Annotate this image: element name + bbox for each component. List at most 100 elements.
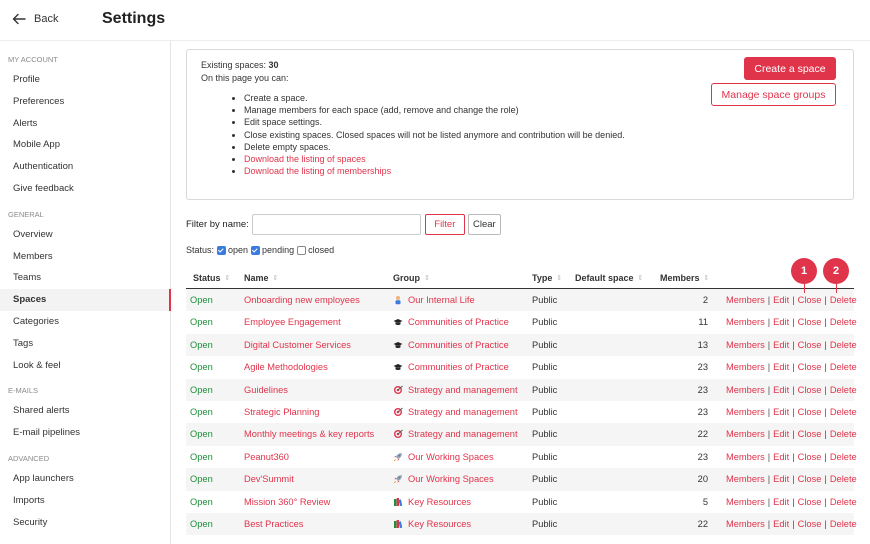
sidebar-item-preferences[interactable]: Preferences [0,91,170,113]
delete-action-link[interactable]: Delete [830,385,857,395]
close-action-link[interactable]: Close [798,452,822,462]
edit-action-link[interactable]: Edit [773,295,789,305]
group-link[interactable]: Key Resources [393,497,471,507]
members-action-link[interactable]: Members [726,497,765,507]
close-action-link[interactable]: Close [798,385,822,395]
filter-name-input[interactable] [251,213,421,235]
column-header-default-space[interactable]: Default space ⇕ [575,273,643,283]
edit-action-link[interactable]: Edit [773,429,789,439]
members-action-link[interactable]: Members [726,317,765,327]
delete-action-link[interactable]: Delete [830,519,857,529]
open-checkbox[interactable] [217,245,227,255]
column-header-members[interactable]: Members ⇕ [660,273,709,283]
pending-checkbox[interactable] [251,245,261,255]
members-action-link[interactable]: Members [726,340,765,350]
members-action-link[interactable]: Members [726,407,765,417]
sidebar-item-alerts[interactable]: Alerts [0,113,170,135]
members-action-link[interactable]: Members [726,429,765,439]
edit-action-link[interactable]: Edit [773,407,789,417]
group-link[interactable]: Strategy and management [393,407,518,417]
sidebar-item-app-launchers[interactable]: App launchers [0,468,170,490]
group-link[interactable]: Communities of Practice [393,317,509,327]
close-action-link[interactable]: Close [798,497,822,507]
sidebar-item-imports[interactable]: Imports [0,490,170,512]
space-name-link[interactable]: Peanut360 [244,452,289,462]
clear-button[interactable]: Clear [467,213,501,235]
sidebar-item-spaces[interactable]: Spaces [0,289,171,311]
delete-action-link[interactable]: Delete [830,340,857,350]
edit-action-link[interactable]: Edit [773,385,789,395]
space-name-link[interactable]: Monthly meetings & key reports [244,429,374,439]
delete-action-link[interactable]: Delete [830,407,857,417]
members-action-link[interactable]: Members [726,362,765,372]
group-link[interactable]: Strategy and management [393,429,518,439]
delete-action-link[interactable]: Delete [830,452,857,462]
space-name-link[interactable]: Dev'Summit [244,474,294,484]
group-link[interactable]: Our Working Spaces [393,452,494,462]
delete-action-link[interactable]: Delete [830,429,857,439]
sidebar-item-mobile-app[interactable]: Mobile App [0,134,170,156]
sidebar-item-authentication[interactable]: Authentication [0,156,170,178]
members-action-link[interactable]: Members [726,385,765,395]
sidebar-item-look-feel[interactable]: Look & feel [0,355,170,377]
close-action-link[interactable]: Close [798,429,822,439]
close-action-link[interactable]: Close [798,407,822,417]
delete-action-link[interactable]: Delete [830,362,857,372]
group-link[interactable]: Our Working Spaces [393,474,494,484]
download-memberships-link[interactable]: Download the listing of memberships [244,166,391,176]
filter-button[interactable]: Filter [424,213,465,235]
members-action-link[interactable]: Members [726,452,765,462]
back-button[interactable]: Back [12,12,58,26]
column-header-status[interactable]: Status ⇕ [193,273,230,283]
sidebar-item-shared-alerts[interactable]: Shared alerts [0,400,170,422]
sidebar-item-give-feedback[interactable]: Give feedback [0,178,170,200]
space-name-link[interactable]: Employee Engagement [244,317,341,327]
space-name-link[interactable]: Best Practices [244,519,303,529]
close-action-link[interactable]: Close [798,474,822,484]
sidebar-item-tags[interactable]: Tags [0,333,170,355]
group-link[interactable]: Communities of Practice [393,362,509,372]
edit-action-link[interactable]: Edit [773,317,789,327]
space-name-link[interactable]: Mission 360° Review [244,497,330,507]
sidebar-item-profile[interactable]: Profile [0,69,170,91]
edit-action-link[interactable]: Edit [773,519,789,529]
sidebar-item-categories[interactable]: Categories [0,311,170,333]
close-action-link[interactable]: Close [798,295,822,305]
edit-action-link[interactable]: Edit [773,340,789,350]
sidebar-item-security[interactable]: Security [0,512,170,534]
members-action-link[interactable]: Members [726,474,765,484]
edit-action-link[interactable]: Edit [773,474,789,484]
group-link[interactable]: Communities of Practice [393,340,509,350]
edit-action-link[interactable]: Edit [773,362,789,372]
space-name-link[interactable]: Digital Customer Services [244,340,351,350]
create-space-button[interactable]: Create a space [744,57,836,80]
edit-action-link[interactable]: Edit [773,497,789,507]
members-action-link[interactable]: Members [726,519,765,529]
sidebar-item-members[interactable]: Members [0,246,170,268]
group-link[interactable]: Key Resources [393,519,471,529]
close-action-link[interactable]: Close [798,519,822,529]
sidebar-item-e-mail-pipelines[interactable]: E-mail pipelines [0,422,170,444]
group-link[interactable]: Strategy and management [393,385,518,395]
edit-action-link[interactable]: Edit [773,452,789,462]
group-link[interactable]: Our Internal Life [393,295,475,305]
close-action-link[interactable]: Close [798,340,822,350]
delete-action-link[interactable]: Delete [830,474,857,484]
close-action-link[interactable]: Close [798,362,822,372]
space-name-link[interactable]: Onboarding new employees [244,295,360,305]
sidebar-item-teams[interactable]: Teams [0,267,170,289]
manage-space-groups-button[interactable]: Manage space groups [711,83,836,106]
download-spaces-link[interactable]: Download the listing of spaces [244,154,366,164]
closed-checkbox[interactable] [297,245,307,255]
members-action-link[interactable]: Members [726,295,765,305]
column-header-name[interactable]: Name ⇕ [244,273,278,283]
space-name-link[interactable]: Agile Methodologies [244,362,328,372]
delete-action-link[interactable]: Delete [830,317,857,327]
column-header-group[interactable]: Group ⇕ [393,273,430,283]
column-header-type[interactable]: Type ⇕ [532,273,562,283]
delete-action-link[interactable]: Delete [830,497,857,507]
space-name-link[interactable]: Strategic Planning [244,407,319,417]
close-action-link[interactable]: Close [798,317,822,327]
delete-action-link[interactable]: Delete [830,295,857,305]
space-name-link[interactable]: Guidelines [244,385,288,395]
